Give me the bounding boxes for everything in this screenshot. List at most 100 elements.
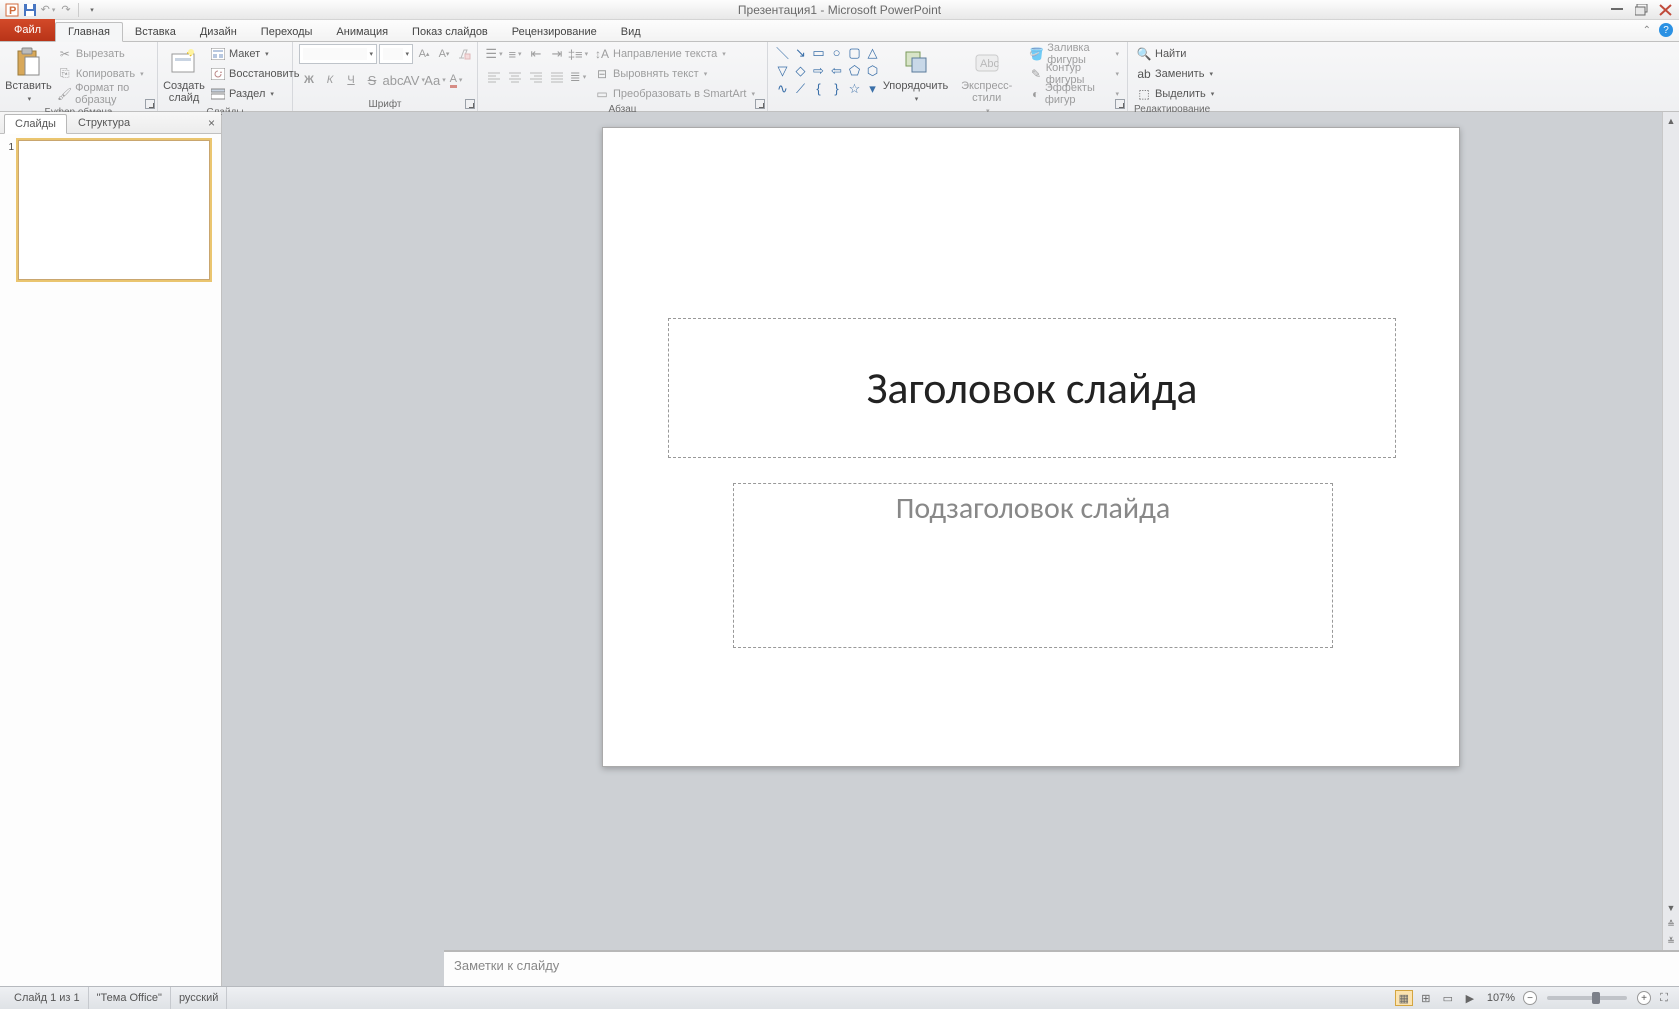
outdent-icon[interactable]: ⇤ (526, 44, 546, 64)
shape-brace2[interactable]: } (828, 80, 845, 97)
clear-format-icon[interactable] (455, 45, 473, 63)
shape-star[interactable]: ☆ (846, 80, 863, 97)
tab-insert[interactable]: Вставка (123, 23, 188, 41)
indent-icon[interactable]: ⇥ (547, 44, 567, 64)
align-left-icon[interactable] (484, 67, 504, 87)
font-color-icon[interactable]: A▾ (446, 70, 466, 90)
slide-editor[interactable]: Заголовок слайда Подзаголовок слайда ▲ ▼… (222, 112, 1679, 986)
scroll-up-icon[interactable]: ▲ (1663, 112, 1679, 129)
shape-line[interactable]: ＼ (774, 44, 791, 61)
scroll-down-icon[interactable]: ▼ (1663, 899, 1679, 916)
restore-button[interactable] (1633, 3, 1651, 17)
slideshow-view-icon[interactable]: ▶ (1461, 990, 1479, 1006)
tab-home[interactable]: Главная (55, 22, 123, 42)
redo-icon[interactable]: ↷ (58, 2, 74, 18)
reading-view-icon[interactable]: ▭ (1439, 990, 1457, 1006)
shapes-gallery[interactable]: ＼ ↘ ▭ ○ ▢ △ ▽ ◇ ⇨ ⇦ ⬠ ⬡ ∿ ⟋ { } ☆ ▾ (774, 44, 881, 97)
tab-outline-pane[interactable]: Структура (67, 113, 141, 133)
shape-effects-button[interactable]: ◐Эффекты фигур▾ (1027, 84, 1121, 103)
shape-curve[interactable]: ∿ (774, 80, 791, 97)
shape-diamond[interactable]: ◇ (792, 62, 809, 79)
spacing-icon[interactable]: AV▾ (404, 70, 424, 90)
new-slide-button[interactable]: Создать слайд (164, 44, 204, 106)
shape-rect[interactable]: ▭ (810, 44, 827, 61)
find-button[interactable]: 🔍Найти (1134, 44, 1216, 63)
tab-animation[interactable]: Анимация (324, 23, 400, 41)
undo-icon[interactable]: ↶▾ (40, 2, 56, 18)
bold-icon[interactable]: Ж (299, 70, 319, 90)
sorter-view-icon[interactable]: ⊞ (1417, 990, 1435, 1006)
shrink-font-icon[interactable]: A▾ (435, 45, 453, 63)
reset-button[interactable]: Восстановить (208, 64, 301, 83)
format-painter-button[interactable]: 🖌Формат по образцу (55, 84, 151, 103)
status-theme[interactable]: "Тема Office" (89, 987, 171, 1009)
side-panel-close-icon[interactable]: × (208, 116, 215, 130)
zoom-in-button[interactable]: + (1637, 991, 1651, 1005)
case-icon[interactable]: Aa▾ (425, 70, 445, 90)
line-spacing-icon[interactable]: ‡≡▾ (568, 44, 588, 64)
shadow-icon[interactable]: abc (383, 70, 403, 90)
grow-font-icon[interactable]: A▴ (415, 45, 433, 63)
replace-button[interactable]: abЗаменить▾ (1134, 64, 1216, 83)
shape-expand[interactable]: ▾ (864, 80, 881, 97)
paste-button[interactable]: Вставить▾ (6, 44, 51, 106)
tab-review[interactable]: Рецензирование (500, 23, 609, 41)
help-icon[interactable]: ? (1659, 23, 1673, 37)
layout-button[interactable]: Макет▾ (208, 44, 301, 63)
paragraph-dialog-launcher[interactable] (755, 99, 765, 109)
shape-arrow3[interactable]: ⇦ (828, 62, 845, 79)
zoom-out-button[interactable]: − (1523, 991, 1537, 1005)
bullets-icon[interactable]: ☰▾ (484, 44, 504, 64)
align-text-button[interactable]: ⊟Выровнять текст▾ (592, 64, 757, 83)
thumbnail-preview[interactable] (18, 140, 210, 280)
title-placeholder[interactable]: Заголовок слайда (668, 318, 1396, 458)
next-slide-icon[interactable]: ≚ (1663, 933, 1679, 950)
shape-pentagon[interactable]: ⬠ (846, 62, 863, 79)
tab-view[interactable]: Вид (609, 23, 653, 41)
shape-arrow2[interactable]: ⇨ (810, 62, 827, 79)
tab-slideshow[interactable]: Показ слайдов (400, 23, 500, 41)
tab-file[interactable]: Файл (0, 19, 55, 41)
strike-icon[interactable]: S (362, 70, 382, 90)
font-size-combo[interactable]: ▾ (379, 44, 413, 64)
thumbnail-item[interactable]: 1 (4, 140, 217, 280)
save-icon[interactable] (22, 2, 38, 18)
drawing-dialog-launcher[interactable] (1115, 99, 1125, 109)
app-icon[interactable]: P (4, 2, 20, 18)
ribbon-collapse-icon[interactable]: ⌃ (1643, 25, 1651, 36)
italic-icon[interactable]: К (320, 70, 340, 90)
section-button[interactable]: Раздел▾ (208, 84, 301, 103)
shape-triangle[interactable]: ▽ (774, 62, 791, 79)
close-button[interactable] (1657, 3, 1675, 17)
shape-more1[interactable]: △ (864, 44, 881, 61)
quick-styles-button[interactable]: Abc Экспресс-стили▾ (950, 44, 1023, 118)
cut-button[interactable]: ✂Вырезать (55, 44, 151, 63)
zoom-slider-thumb[interactable] (1592, 992, 1600, 1004)
prev-slide-icon[interactable]: ≙ (1663, 916, 1679, 933)
tab-slides-pane[interactable]: Слайды (4, 114, 67, 134)
font-family-combo[interactable]: ▾ (299, 44, 377, 64)
normal-view-icon[interactable]: ▦ (1395, 990, 1413, 1006)
status-slide-number[interactable]: Слайд 1 из 1 (6, 987, 89, 1009)
font-dialog-launcher[interactable] (465, 99, 475, 109)
shape-fill-button[interactable]: 🪣Заливка фигуры▾ (1027, 44, 1121, 63)
shape-brace[interactable]: { (810, 80, 827, 97)
shape-oval[interactable]: ○ (828, 44, 845, 61)
numbering-icon[interactable]: ≡▾ (505, 44, 525, 64)
qat-customize-icon[interactable]: ▾ (83, 2, 99, 18)
arrange-button[interactable]: Упорядочить▾ (885, 44, 946, 106)
clipboard-dialog-launcher[interactable] (145, 99, 155, 109)
vertical-scrollbar[interactable]: ▲ ▼ ≙ ≚ (1662, 112, 1679, 950)
copy-button[interactable]: ⎘Копировать▾ (55, 64, 151, 83)
minimize-button[interactable] (1609, 3, 1627, 17)
slide-canvas[interactable]: Заголовок слайда Подзаголовок слайда (602, 127, 1460, 767)
select-button[interactable]: ⬚Выделить▾ (1134, 84, 1216, 103)
tab-transitions[interactable]: Переходы (249, 23, 325, 41)
underline-icon[interactable]: Ч (341, 70, 361, 90)
shape-outline-button[interactable]: ✎Контур фигуры▾ (1027, 64, 1121, 83)
shape-roundrect[interactable]: ▢ (846, 44, 863, 61)
smartart-button[interactable]: ▭Преобразовать в SmartArt▾ (592, 84, 757, 103)
text-direction-button[interactable]: ↕AНаправление текста▾ (592, 44, 757, 63)
shape-hex[interactable]: ⬡ (864, 62, 881, 79)
subtitle-placeholder[interactable]: Подзаголовок слайда (733, 483, 1333, 648)
